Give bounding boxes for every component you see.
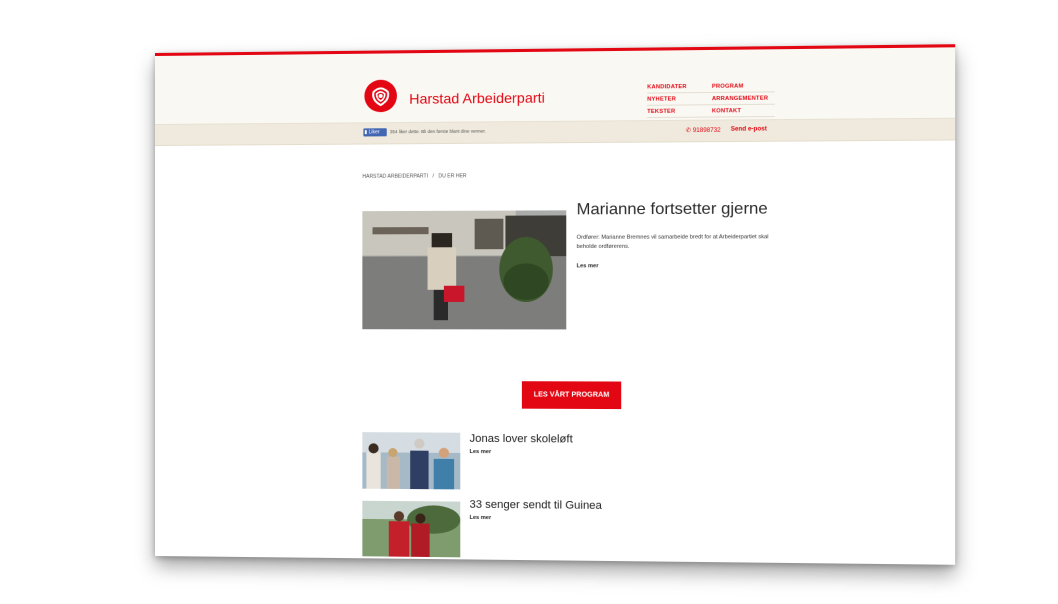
phone-link[interactable]: ✆ 91898732: [686, 127, 721, 134]
article-read-more-link[interactable]: Les mer: [470, 515, 492, 521]
feature-title[interactable]: Marianne fortsetter gjerne: [577, 200, 768, 219]
nav-item-program[interactable]: PROGRAM: [711, 80, 775, 93]
site-header: Harstad Arbeiderparti KANDIDATER NYHETER…: [155, 47, 956, 124]
breadcrumb-separator: /: [432, 173, 434, 180]
rose-logo-icon[interactable]: [363, 79, 398, 114]
phone-icon: ✆: [685, 127, 692, 135]
site-name[interactable]: Harstad Arbeiderparti: [409, 89, 545, 106]
feature-excerpt: Ordfører: Marianne Bremnes vil samarbeid…: [576, 234, 769, 251]
like-count-text: 354 liker dette. Bli den første blant di…: [389, 128, 486, 135]
phone-number: 91898732: [692, 127, 721, 135]
article-thumbnail[interactable]: [362, 432, 461, 490]
feature-read-more-link[interactable]: Les mer: [577, 263, 599, 269]
article-title[interactable]: Jonas lover skoleløft: [470, 433, 573, 446]
feature-photo: [362, 210, 567, 330]
like-button-label: Liker: [368, 129, 380, 136]
nav-item-arrangementer[interactable]: ARRANGEMENTER: [711, 92, 775, 106]
article-read-more-link[interactable]: Les mer: [470, 449, 492, 455]
article-title[interactable]: 33 senger sendt til Guinea: [470, 499, 602, 512]
breadcrumb-current: DU ER HER: [438, 173, 467, 180]
main-nav-col2: PROGRAM ARRANGEMENTER KONTAKT: [711, 80, 775, 118]
browser-page: Harstad Arbeiderparti KANDIDATER NYHETER…: [155, 44, 956, 565]
email-link[interactable]: Send e-post: [731, 126, 767, 132]
facebook-like-icon: ▮: [364, 129, 368, 136]
article-photo: [362, 500, 461, 558]
facebook-like-button[interactable]: ▮ Liker: [363, 128, 387, 137]
nav-item-kontakt[interactable]: KONTAKT: [711, 104, 775, 118]
read-program-button[interactable]: LES VÅRT PROGRAM: [521, 381, 622, 410]
breadcrumb: HARSTAD ARBEIDERPARTI / DU ER HER: [362, 173, 466, 180]
feature-image[interactable]: [362, 210, 567, 330]
article-thumbnail[interactable]: [362, 500, 461, 558]
breadcrumb-home[interactable]: HARSTAD ARBEIDERPARTI: [362, 173, 428, 179]
article-photo: [362, 432, 461, 490]
